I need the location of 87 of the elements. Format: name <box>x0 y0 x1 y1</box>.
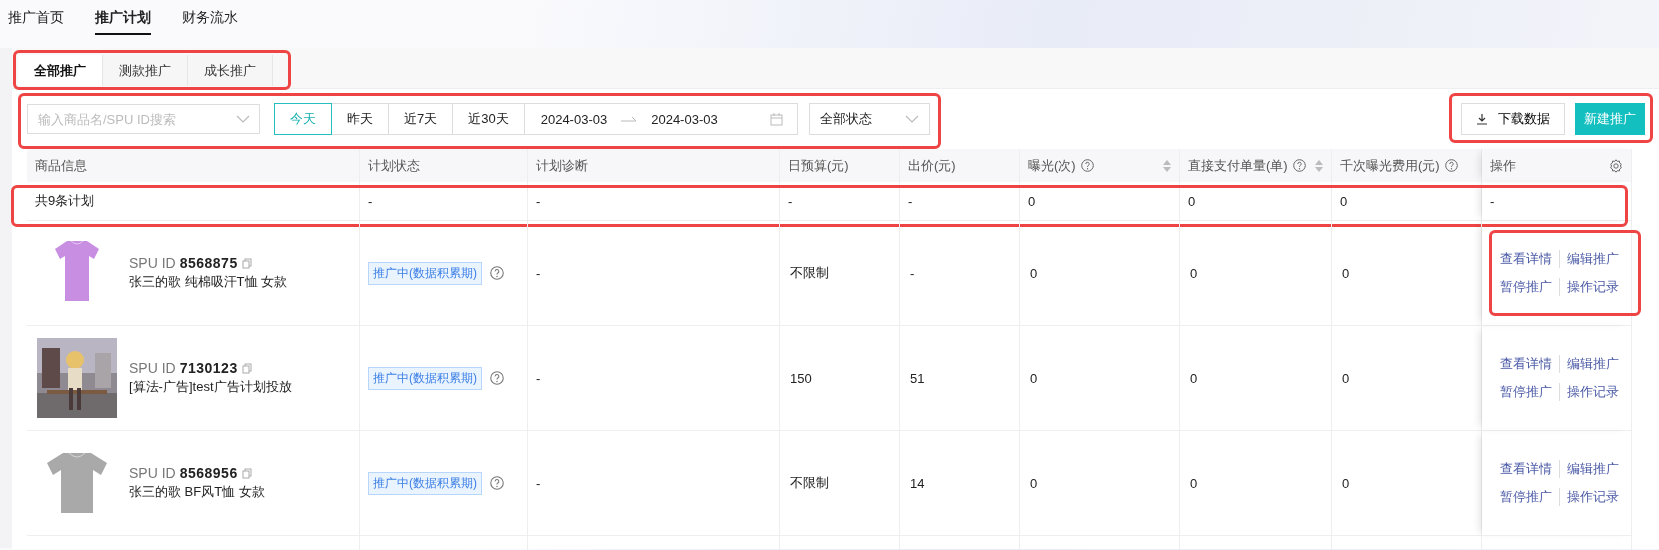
table-cell: 0 <box>1030 370 1038 386</box>
summary-cell: 0 <box>1020 182 1180 221</box>
spu-id: 8568956 <box>179 465 238 481</box>
action-link[interactable]: 暂停推广 <box>1500 278 1560 296</box>
copy-icon[interactable] <box>241 467 252 479</box>
chevron-down-icon <box>236 115 250 123</box>
table-cell: 0 <box>1342 370 1350 386</box>
action-link[interactable]: 操作记录 <box>1560 278 1626 296</box>
column-title: 操作 <box>1490 156 1516 175</box>
table-cell: 14 <box>910 475 925 491</box>
nav-tab[interactable]: 推广首页 <box>8 0 64 35</box>
column-title: 直接支付单量(单) <box>1188 156 1288 175</box>
date-preset-button[interactable]: 近7天 <box>389 103 454 135</box>
help-icon <box>1444 159 1458 172</box>
column-title: 日预算(元) <box>788 156 849 175</box>
nav-tab[interactable]: 推广计划 <box>95 0 151 35</box>
help-icon <box>1080 159 1094 172</box>
action-link[interactable]: 操作记录 <box>1560 383 1626 401</box>
table-cell: 不限制 <box>790 264 829 282</box>
summary-cell: 0 <box>1332 182 1482 221</box>
product-name: 张三的歌 BF风T恤 女款 <box>129 483 265 501</box>
column-title: 商品信息 <box>35 156 87 175</box>
status-tag: 推广中(数据积累期) <box>368 471 482 495</box>
table-cell: 不限制 <box>790 474 829 492</box>
plan-tab[interactable]: 全部推广 <box>18 55 103 86</box>
column-title: 计划状态 <box>368 156 420 175</box>
table-cell: - <box>536 265 541 281</box>
date-preset-button[interactable]: 近30天 <box>453 103 525 135</box>
summary-cell: 共9条计划 <box>27 182 360 221</box>
table-cell: 0 <box>1190 370 1198 386</box>
action-link[interactable]: 编辑推广 <box>1560 460 1626 478</box>
action-link[interactable]: 查看详情 <box>1500 460 1560 478</box>
date-preset-button[interactable]: 昨天 <box>332 103 389 135</box>
search-field[interactable]: 输入商品名/SPU ID搜索 <box>27 104 260 134</box>
copy-icon[interactable] <box>241 257 252 269</box>
spu-id: 8568875 <box>179 255 238 271</box>
table-cell: 0 <box>1342 265 1350 281</box>
table-cell: 51 <box>910 370 925 386</box>
table-cell: 0 <box>1190 475 1198 491</box>
action-link[interactable]: 查看详情 <box>1500 250 1560 268</box>
status-tag: 推广中(数据积累期) <box>368 366 482 390</box>
table-cell: 0 <box>1342 475 1350 491</box>
table-cell: 0 <box>1030 265 1038 281</box>
product-name: [算法-广告]test广告计划投放 <box>129 378 292 396</box>
column-title: 曝光(次) <box>1028 156 1076 175</box>
download-icon <box>1476 113 1488 125</box>
action-link[interactable]: 暂停推广 <box>1500 488 1560 506</box>
table-cell: 0 <box>1190 265 1198 281</box>
spu-id: 7130123 <box>179 360 238 376</box>
spu-label: SPU ID <box>129 465 176 481</box>
summary-cell: - <box>900 182 1020 221</box>
action-link[interactable]: 编辑推广 <box>1560 250 1626 268</box>
column-title: 千次曝光费用(元) <box>1340 156 1440 175</box>
table-cell: - <box>536 370 541 386</box>
spu-label: SPU ID <box>129 360 176 376</box>
column-title: 计划诊断 <box>536 156 588 175</box>
table-cell: - <box>910 265 915 281</box>
summary-cell: - <box>528 182 780 221</box>
calendar-icon <box>769 112 783 126</box>
date-range-field[interactable]: 2024-03-03 2024-03-03 <box>524 103 798 135</box>
column-title: 出价(元) <box>908 156 956 175</box>
summary-cell: - <box>360 182 528 221</box>
chevron-down-icon <box>904 115 919 123</box>
nav-tab[interactable]: 财务流水 <box>182 0 238 35</box>
sort-icon[interactable] <box>1315 159 1323 172</box>
action-link[interactable]: 查看详情 <box>1500 355 1560 373</box>
action-link[interactable]: 编辑推广 <box>1560 355 1626 373</box>
summary-cell: - <box>780 182 900 221</box>
help-icon <box>490 476 504 490</box>
help-icon <box>490 266 504 280</box>
product-name: 张三的歌 纯棉吸汗T恤 女款 <box>129 273 288 291</box>
table-cell: 0 <box>1030 475 1038 491</box>
summary-cell: - <box>1482 182 1632 221</box>
help-icon <box>490 371 504 385</box>
sort-icon[interactable] <box>1163 159 1171 172</box>
download-button[interactable]: 下载数据 <box>1461 103 1565 135</box>
table-cell: - <box>536 475 541 491</box>
help-icon <box>1292 159 1306 172</box>
settings-icon[interactable] <box>1609 158 1623 173</box>
status-select[interactable]: 全部状态 <box>808 103 930 135</box>
action-link[interactable]: 暂停推广 <box>1500 383 1560 401</box>
summary-cell: 0 <box>1180 182 1332 221</box>
spu-label: SPU ID <box>129 255 176 271</box>
status-tag: 推广中(数据积累期) <box>368 261 482 285</box>
action-link[interactable]: 操作记录 <box>1560 488 1626 506</box>
table-cell: 150 <box>790 370 812 386</box>
copy-icon[interactable] <box>241 362 252 374</box>
